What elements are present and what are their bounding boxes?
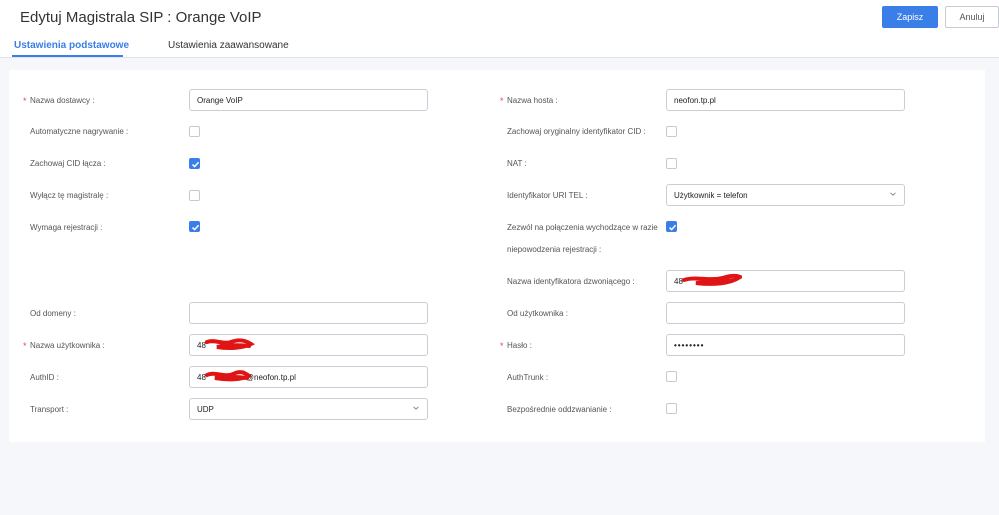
required-marker: * <box>23 96 27 106</box>
authid-suffix: @neofon.tp.pl <box>245 372 296 382</box>
keep-original-cid-label: Zachowaj oryginalny identyfikator CID : <box>507 127 646 136</box>
checkmark-icon <box>191 224 200 231</box>
redaction-scribble <box>205 370 251 382</box>
from-user-input[interactable] <box>666 302 905 324</box>
form-panel: * Nazwa dostawcy : Orange VoIP Automatyc… <box>9 70 985 442</box>
required-marker: * <box>500 341 504 351</box>
allow-outgoing-label-line1: Zezwól na połączenia wychodzące w razie <box>507 223 658 232</box>
tel-uri-value: Użytkownik = telefon <box>674 190 748 200</box>
provider-name-input[interactable]: Orange VoIP <box>189 89 428 111</box>
direct-media-label: Bezpośrednie oddzwanianie : <box>507 405 612 414</box>
page-title: Edytuj Magistrala SIP : Orange VoIP <box>20 9 262 26</box>
authtrunk-checkbox[interactable] <box>666 371 677 382</box>
require-registration-checkbox[interactable] <box>189 221 200 232</box>
caller-id-name-label: Nazwa identyfikatora dzwoniącego : <box>507 277 635 286</box>
provider-name-label: Nazwa dostawcy : <box>30 96 95 105</box>
tab-basic-settings[interactable]: Ustawienia podstawowe <box>14 40 129 51</box>
host-name-input[interactable]: neofon.tp.pl <box>666 89 905 111</box>
password-input[interactable]: •••••••• <box>666 334 905 356</box>
checkmark-icon <box>191 161 200 168</box>
username-label: Nazwa użytkownika : <box>30 341 105 350</box>
save-button[interactable]: Zapisz <box>882 6 938 28</box>
allow-outgoing-label-line2: niepowodzenia rejestracji : <box>507 245 602 254</box>
nat-checkbox[interactable] <box>666 158 677 169</box>
disable-trunk-checkbox[interactable] <box>189 190 200 201</box>
top-bar: Edytuj Magistrala SIP : Orange VoIP Zapi… <box>0 0 999 58</box>
checkmark-icon <box>668 224 677 231</box>
active-tab-indicator <box>12 55 123 57</box>
host-name-label: Nazwa hosta : <box>507 96 558 105</box>
direct-media-checkbox[interactable] <box>666 403 677 414</box>
transport-select[interactable]: UDP <box>189 398 428 420</box>
disable-trunk-label: Wyłącz tę magistralę : <box>30 191 109 200</box>
cancel-button[interactable]: Anuluj <box>945 6 999 28</box>
require-registration-label: Wymaga rejestracji : <box>30 223 103 232</box>
redaction-scribble <box>205 338 255 350</box>
auto-record-checkbox[interactable] <box>189 126 200 137</box>
from-domain-input[interactable] <box>189 302 428 324</box>
tel-uri-select[interactable]: Użytkownik = telefon <box>666 184 905 206</box>
tab-advanced-settings[interactable]: Ustawienia zaawansowane <box>168 40 289 51</box>
keep-cid-checkbox[interactable] <box>189 158 200 169</box>
transport-label: Transport : <box>30 405 69 414</box>
password-label: Hasło : <box>507 341 532 350</box>
redaction-scribble <box>682 273 742 286</box>
chevron-down-icon <box>413 406 419 410</box>
from-user-label: Od użytkownika : <box>507 309 568 318</box>
allow-outgoing-checkbox[interactable] <box>666 221 677 232</box>
from-domain-label: Od domeny : <box>30 309 76 318</box>
transport-value: UDP <box>197 404 214 414</box>
required-marker: * <box>23 341 27 351</box>
auto-record-label: Automatyczne nagrywanie : <box>30 127 129 136</box>
keep-cid-label: Zachowaj CID łącza : <box>30 159 106 168</box>
authid-label: AuthID : <box>30 373 59 382</box>
authtrunk-label: AuthTrunk : <box>507 373 549 382</box>
required-marker: * <box>500 96 504 106</box>
keep-original-cid-checkbox[interactable] <box>666 126 677 137</box>
chevron-down-icon <box>890 192 896 196</box>
nat-label: NAT : <box>507 159 527 168</box>
tel-uri-label: Identyfikator URI TEL : <box>507 191 588 200</box>
